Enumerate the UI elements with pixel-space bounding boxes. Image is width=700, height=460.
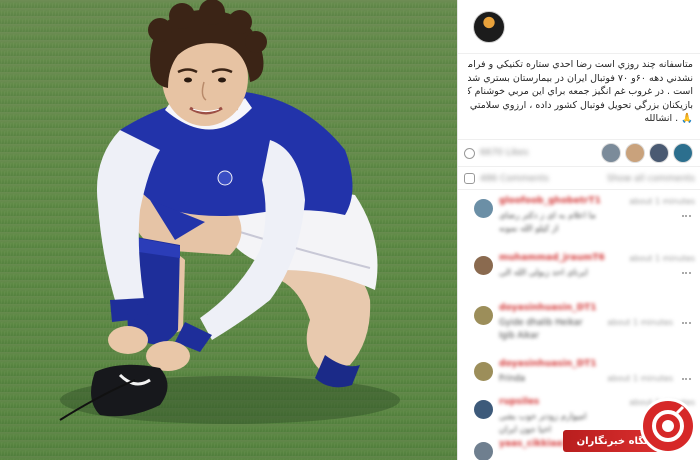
- profile-avatar[interactable]: [473, 11, 505, 43]
- comment-text: اخیا جون ایران: [499, 425, 552, 435]
- comment-time: about 1 minutes: [607, 374, 673, 383]
- commenter-username[interactable]: doyasinhuasin_DT1: [499, 359, 597, 369]
- commenter-avatar[interactable]: [474, 442, 493, 460]
- comment-icon[interactable]: [464, 173, 475, 184]
- comment-more-icon[interactable]: [682, 322, 691, 325]
- liker-avatar[interactable]: [601, 143, 621, 163]
- football-player-photo: [0, 0, 457, 460]
- comments-count: 486 Comments: [480, 174, 549, 184]
- instagram-post-panel: متاسفانه چند روزي است رضا احدي ستاره تكن…: [457, 0, 700, 460]
- comment-time: about 1 minutes: [607, 318, 673, 327]
- comment-more-icon[interactable]: [682, 215, 691, 218]
- caption-line: متاسفانه چند روزي است رضا احدي ستاره تكن…: [468, 59, 693, 70]
- comment-more-icon[interactable]: [682, 378, 691, 381]
- post-photo: [0, 0, 457, 460]
- comment-text: Gyide dhalib Heikar: [499, 318, 583, 328]
- comments-row: 486 Comments Show all comments: [458, 166, 700, 190]
- commenter-username[interactable]: doyasinhuasin_DT1: [499, 303, 597, 313]
- comment-time: about 1 minutes: [629, 254, 695, 263]
- heart-icon[interactable]: [464, 148, 475, 159]
- watermark-logo: [640, 398, 696, 454]
- comment-item: muhammad_jraumT6 ایرنای احد زبولی الله ا…: [458, 250, 700, 306]
- post-header: [458, 0, 700, 54]
- likes-count[interactable]: 6670 Likes: [480, 148, 528, 158]
- commenter-avatar[interactable]: [474, 400, 493, 419]
- comment-text: ما اعلام به ای ز دکتر رضای: [499, 211, 596, 221]
- caption-line: بازيكنان بزرگي تحويل فوتبال كشور داده ، …: [468, 99, 693, 111]
- commenter-username[interactable]: rupsiles: [499, 397, 539, 407]
- comment-text: ایرنای احد زبولی الله الی: [499, 268, 588, 278]
- comment-text: Igib Aikar: [499, 331, 540, 341]
- caption-line: نشدني دهه ۶۰و ۷۰ فوتبال ايران در بيمارست…: [468, 72, 693, 84]
- commenter-username[interactable]: gloofoob_ghobetrT1: [499, 196, 601, 206]
- comment-text: از کیلو الله نمونه: [499, 224, 559, 234]
- liker-avatar[interactable]: [673, 143, 693, 163]
- commenter-username[interactable]: muhammad_jraumT6: [499, 253, 605, 263]
- caption-line: 🙏 . انشالله: [644, 113, 693, 124]
- comment-time: about 1 minutes: [629, 197, 695, 206]
- comment-item: doyasinhuasin_DT1 Gyide dhalib Heikar Ig…: [458, 300, 700, 356]
- comment-text: Frinda: [499, 374, 526, 384]
- commenter-avatar[interactable]: [474, 306, 493, 325]
- commenter-avatar[interactable]: [474, 362, 493, 381]
- commenter-avatar[interactable]: [474, 256, 493, 275]
- comment-more-icon[interactable]: [682, 272, 691, 275]
- show-all-comments-link[interactable]: Show all comments: [607, 174, 695, 184]
- news-agency-watermark: باشگاه خبرنگاران: [563, 396, 700, 460]
- comment-item: gloofoob_ghobetrT1 ما اعلام به ای ز دکتر…: [458, 193, 700, 249]
- caption-line: است . در غروب غم انگيز جمعه براي اين مرب…: [468, 86, 693, 97]
- commenter-avatar[interactable]: [474, 199, 493, 218]
- watermark-emblem-icon: [652, 405, 685, 442]
- liker-avatar[interactable]: [649, 143, 669, 163]
- likes-row: 6670 Likes: [458, 139, 700, 165]
- post-caption: متاسفانه چند روزي است رضا احدي ستاره تكن…: [468, 58, 693, 126]
- liker-avatar[interactable]: [625, 143, 645, 163]
